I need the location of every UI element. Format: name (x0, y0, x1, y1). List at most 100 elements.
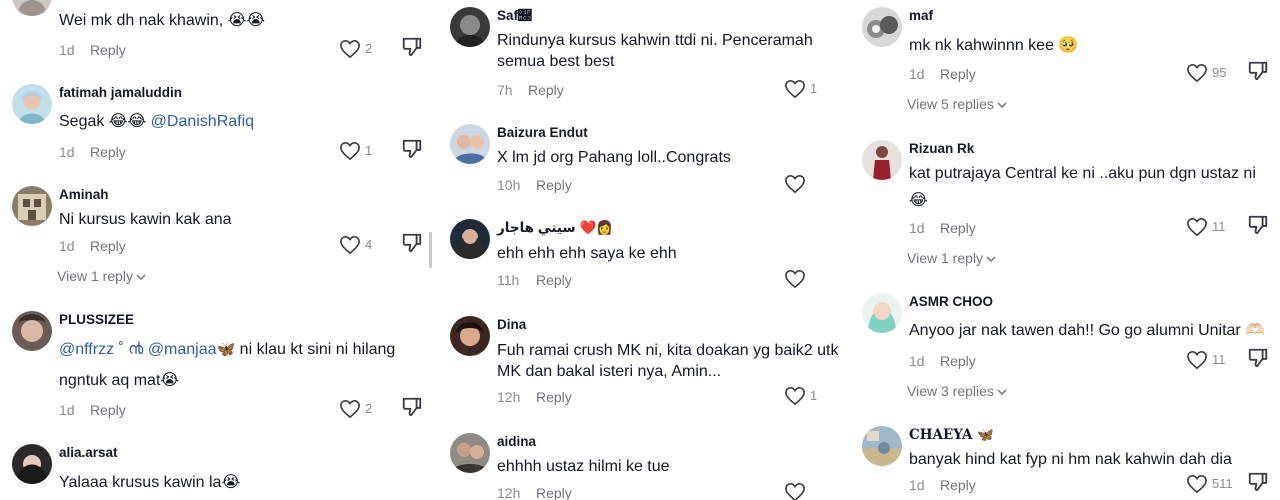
comment-author[interactable]: aidina (497, 433, 852, 451)
avatar[interactable] (862, 426, 902, 466)
like-button[interactable]: 511 (1186, 472, 1233, 496)
avatar[interactable] (450, 433, 490, 473)
mention-link[interactable]: @DanishRafiq (151, 113, 254, 130)
like-button[interactable]: 1 (339, 139, 372, 163)
dislike-button[interactable] (401, 232, 423, 256)
view-replies-button[interactable]: View 1 reply (57, 268, 146, 284)
heart-icon (785, 174, 805, 194)
dislike-icon (1248, 472, 1268, 492)
comment-author[interactable]: maf (909, 7, 1272, 25)
avatar[interactable] (450, 7, 490, 47)
reply-button[interactable]: Reply (940, 475, 976, 495)
like-button[interactable]: 2 (339, 397, 372, 421)
dislike-button[interactable] (1247, 60, 1269, 84)
comment-text: Segak 😂😂 @DanishRafiq (59, 113, 255, 130)
like-button[interactable] (784, 267, 810, 291)
comment-text: Wei mk dh nak khawin, 😭😭 (59, 12, 266, 29)
butterfly-icon: 🦋 (216, 341, 236, 358)
avatar[interactable] (12, 444, 52, 484)
like-button[interactable] (784, 172, 810, 196)
scrollbar[interactable] (429, 232, 432, 268)
avatar[interactable] (12, 0, 52, 16)
reply-button[interactable]: Reply (536, 270, 572, 290)
heart-icon (785, 386, 805, 406)
comment-text: banyak hind kat fyp ni hm nak kahwin dah… (909, 451, 1232, 468)
comment-author[interactable]: fatimah jamaluddin (59, 84, 432, 102)
reply-button[interactable]: Reply (90, 40, 126, 60)
like-button[interactable]: 95 (1186, 61, 1226, 85)
mention-link[interactable]: @manjaa (148, 341, 217, 358)
comment-author[interactable]: Dina (497, 316, 852, 334)
avatar[interactable] (862, 140, 902, 180)
comment-text-line: MK dan bakal isteri nya, Amin... (497, 363, 722, 380)
chevron-down-icon (997, 389, 1007, 395)
dislike-icon (402, 233, 422, 253)
comment-author[interactable]: Baizura Endut (497, 124, 852, 142)
heart-icon (340, 141, 360, 161)
comment-author[interactable]: Rizuan Rk (909, 140, 1272, 158)
like-button[interactable]: 11 (1186, 215, 1226, 239)
comment-time: 1d (59, 402, 75, 418)
avatar[interactable] (862, 7, 902, 47)
avatar[interactable] (450, 124, 490, 164)
comment-author[interactable]: سيتي هاجار 👩‍❤️ (497, 219, 852, 237)
reply-button[interactable]: Reply (940, 351, 976, 371)
dislike-button[interactable] (401, 396, 423, 420)
like-button[interactable]: 2 (339, 37, 372, 61)
reply-button[interactable]: Reply (90, 236, 126, 256)
heart-icon (785, 79, 805, 99)
reply-button[interactable]: Reply (536, 175, 572, 195)
avatar[interactable] (450, 219, 490, 259)
like-button[interactable]: 1 (784, 77, 817, 101)
view-replies-button[interactable]: View 1 reply (907, 250, 996, 266)
reply-button[interactable]: Reply (940, 218, 976, 238)
comment-text: ehh ehh ehh saya ke ehh (497, 245, 677, 262)
comment-text: X lm jd org Pahang loll..Congrats (497, 149, 731, 166)
heart-icon (340, 235, 360, 255)
reply-button[interactable]: Reply (536, 483, 572, 500)
like-button[interactable]: 4 (339, 233, 372, 257)
comment-time: 1d (909, 477, 925, 493)
comment-text: mk nk kahwinnn kee 🥺 (909, 37, 1079, 54)
dislike-button[interactable] (1247, 471, 1269, 495)
comment-author[interactable]: Saf🫉 (497, 7, 852, 25)
dislike-button[interactable] (1247, 214, 1269, 238)
reply-button[interactable]: Reply (90, 142, 126, 162)
avatar[interactable] (12, 186, 52, 226)
dislike-button[interactable] (1247, 347, 1269, 371)
comment-author[interactable]: PLUSSIZEE (59, 311, 432, 329)
comment-text: @nffrzz ˚ ൯ @manjaa🦋 ni klau kt sini ni … (59, 341, 396, 358)
heart-icon (1187, 350, 1207, 370)
comment-author[interactable]: alia.arsat (59, 444, 432, 462)
reply-button[interactable]: Reply (528, 80, 564, 100)
comment-column-1: Wei mk dh nak khawin, 😭😭 1d Reply 2 fati… (12, 0, 432, 500)
comment-text-line: 😂 (909, 192, 928, 209)
avatar[interactable] (12, 311, 52, 351)
reply-button[interactable]: Reply (536, 387, 572, 407)
dislike-button[interactable] (401, 138, 423, 162)
reply-button[interactable]: Reply (90, 400, 126, 420)
reply-button[interactable]: Reply (940, 64, 976, 84)
avatar[interactable] (12, 84, 52, 124)
comment-time: 12h (497, 485, 521, 500)
like-button[interactable] (784, 480, 810, 500)
dislike-icon (402, 397, 422, 417)
like-button[interactable]: 1 (784, 384, 817, 408)
comment-text: Yalaaa krusus kawin la😭 (59, 474, 241, 491)
comment-author[interactable]: Aminah (59, 186, 432, 204)
heart-icon (785, 482, 805, 500)
comment-author[interactable]: ASMR CHOO (909, 293, 1272, 311)
view-replies-button[interactable]: View 5 replies (907, 96, 1007, 112)
comment-text: ehhhh ustaz hilmi ke tue (497, 458, 670, 475)
dislike-button[interactable] (401, 36, 423, 60)
view-replies-button[interactable]: View 3 replies (907, 383, 1007, 399)
comment-author[interactable]: CHAEYA 🦋 (909, 426, 1272, 444)
like-button[interactable]: 11 (1186, 348, 1226, 372)
avatar[interactable] (862, 293, 902, 333)
chevron-down-icon (997, 102, 1007, 108)
heart-icon (785, 269, 805, 289)
mention-link[interactable]: @nffrzz ˚ ൯ (59, 341, 143, 358)
like-count: 1 (810, 388, 818, 403)
dislike-icon (402, 139, 422, 159)
avatar[interactable] (450, 316, 490, 356)
